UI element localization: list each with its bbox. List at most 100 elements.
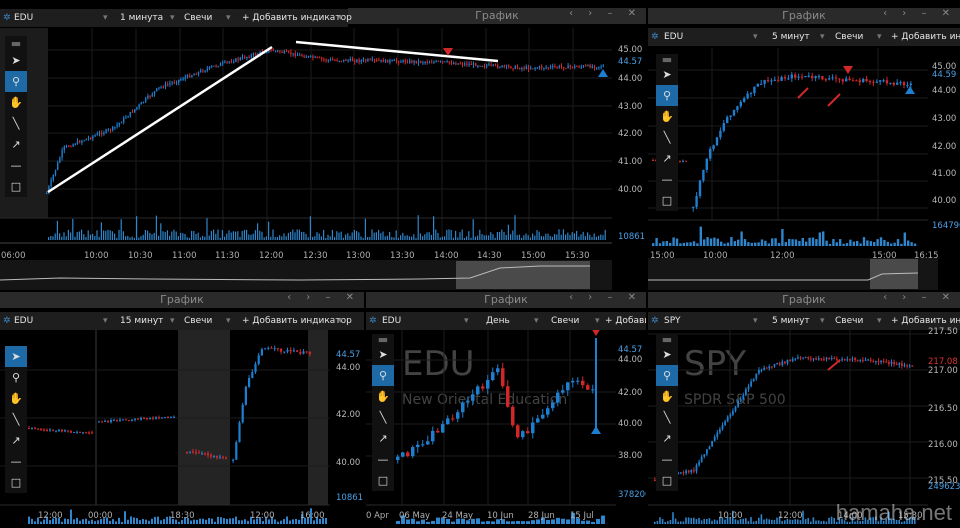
- rectangle-tool-icon[interactable]: □: [656, 470, 678, 491]
- add-indicator-button[interactable]: + Добавить индикатор: [242, 9, 352, 27]
- settings-gear-icon[interactable]: ✲: [651, 312, 659, 330]
- cursor-tool-icon[interactable]: ➤: [372, 344, 394, 365]
- chevron-down-icon[interactable]: ▾: [170, 312, 175, 330]
- hand-tool-icon[interactable]: ✋: [656, 386, 678, 407]
- candle-body: [292, 53, 294, 55]
- collapse-toolbar-icon[interactable]: ▬: [372, 333, 394, 346]
- price-chart[interactable]: [366, 330, 646, 528]
- volume-bar: [276, 236, 278, 240]
- horizontal-line-tool-icon[interactable]: —: [656, 449, 678, 470]
- chevron-down-icon[interactable]: ▾: [226, 312, 231, 330]
- candle-body: [134, 418, 136, 420]
- settings-gear-icon[interactable]: ✲: [369, 312, 377, 330]
- arrow-tool-icon[interactable]: ↗: [656, 148, 678, 169]
- settings-gear-icon[interactable]: ✲: [3, 9, 11, 27]
- volume-bar: [760, 239, 764, 246]
- zoom-tool-icon[interactable]: ⚲: [656, 85, 678, 106]
- chevron-down-icon[interactable]: ▾: [820, 312, 825, 330]
- chevron-down-icon[interactable]: ▾: [534, 312, 539, 330]
- line-tool-icon[interactable]: ╲: [656, 407, 678, 428]
- panel-window-buttons[interactable]: ‹ › – ✕: [883, 8, 956, 24]
- line-tool-icon[interactable]: ╲: [5, 113, 27, 134]
- add-indicator-button[interactable]: + Добавить индикатор: [242, 312, 352, 330]
- rectangle-tool-icon[interactable]: □: [372, 470, 394, 491]
- chevron-down-icon[interactable]: ▾: [753, 312, 758, 330]
- chart-type-selector[interactable]: Свечи: [551, 312, 579, 330]
- chevron-down-icon[interactable]: ▾: [877, 312, 882, 330]
- symbol-selector[interactable]: EDU: [14, 312, 33, 330]
- chevron-down-icon[interactable]: ▾: [103, 9, 108, 27]
- panel-window-buttons[interactable]: ‹ › – ✕: [883, 292, 956, 308]
- volume-bar: [529, 237, 531, 240]
- chevron-down-icon[interactable]: ▾: [338, 312, 343, 330]
- panel-window-buttons[interactable]: ‹ › – ✕: [569, 8, 642, 24]
- horizontal-line-tool-icon[interactable]: —: [5, 155, 27, 176]
- arrow-tool-icon[interactable]: ↗: [372, 428, 394, 449]
- line-tool-icon[interactable]: ╲: [5, 409, 27, 430]
- price-chart[interactable]: [648, 330, 960, 528]
- zoom-tool-icon[interactable]: ⚲: [372, 365, 394, 386]
- cursor-tool-icon[interactable]: ➤: [5, 346, 27, 367]
- volume-bar: [136, 518, 138, 524]
- hand-tool-icon[interactable]: ✋: [5, 92, 27, 113]
- add-indicator-button[interactable]: + Добавить: [605, 312, 646, 330]
- hand-tool-icon[interactable]: ✋: [656, 106, 678, 127]
- cursor-tool-icon[interactable]: ➤: [656, 64, 678, 85]
- chevron-down-icon[interactable]: ▾: [753, 28, 758, 46]
- hand-tool-icon[interactable]: ✋: [372, 386, 394, 407]
- collapse-toolbar-icon[interactable]: ▬: [656, 53, 678, 66]
- interval-selector[interactable]: 15 минут: [120, 312, 163, 330]
- zoom-tool-icon[interactable]: ⚲: [5, 71, 27, 92]
- panel-window-buttons[interactable]: ‹ › – ✕: [569, 292, 642, 308]
- volume-bar: [828, 517, 830, 524]
- symbol-selector[interactable]: SPY: [664, 312, 680, 330]
- cursor-tool-icon[interactable]: ➤: [656, 344, 678, 365]
- chevron-down-icon[interactable]: ▾: [338, 9, 343, 27]
- panel-title: График: [782, 9, 826, 22]
- chevron-down-icon[interactable]: ▾: [170, 9, 175, 27]
- cursor-tool-icon[interactable]: ➤: [5, 50, 27, 71]
- interval-selector[interactable]: День: [486, 312, 510, 330]
- chevron-down-icon[interactable]: ▾: [877, 28, 882, 46]
- interval-selector[interactable]: 1 минута: [120, 9, 163, 27]
- chart-type-selector[interactable]: Свечи: [835, 312, 863, 330]
- line-tool-icon[interactable]: ╲: [656, 127, 678, 148]
- line-tool-icon[interactable]: ╲: [372, 407, 394, 428]
- candlestick-plot[interactable]: [648, 330, 960, 528]
- horizontal-line-tool-icon[interactable]: —: [656, 169, 678, 190]
- chart-type-selector[interactable]: Свечи: [184, 9, 212, 27]
- arrow-tool-icon[interactable]: ↗: [5, 430, 27, 451]
- add-indicator-button[interactable]: + Добавить индик: [891, 28, 960, 46]
- interval-selector[interactable]: 5 минут: [772, 312, 810, 330]
- chevron-down-icon[interactable]: ▾: [595, 312, 600, 330]
- candlestick-plot[interactable]: [366, 330, 646, 528]
- settings-gear-icon[interactable]: ✲: [3, 312, 11, 330]
- symbol-selector[interactable]: EDU: [664, 28, 683, 46]
- interval-selector[interactable]: 5 минут: [772, 28, 810, 46]
- arrow-tool-icon[interactable]: ↗: [5, 134, 27, 155]
- rectangle-tool-icon[interactable]: □: [5, 176, 27, 197]
- zoom-tool-icon[interactable]: ⚲: [656, 365, 678, 386]
- rectangle-tool-icon[interactable]: □: [656, 190, 678, 211]
- zoom-tool-icon[interactable]: ⚲: [5, 367, 27, 388]
- collapse-toolbar-icon[interactable]: ▬: [656, 333, 678, 346]
- rectangle-tool-icon[interactable]: □: [5, 472, 27, 493]
- hand-tool-icon[interactable]: ✋: [5, 388, 27, 409]
- chart-type-selector[interactable]: Свечи: [184, 312, 212, 330]
- chevron-down-icon[interactable]: ▾: [820, 28, 825, 46]
- panel-window-buttons[interactable]: ‹ › – ✕: [287, 292, 360, 308]
- price-chart[interactable]: [0, 330, 364, 528]
- arrow-tool-icon[interactable]: ↗: [656, 428, 678, 449]
- candle-body: [411, 60, 413, 63]
- horizontal-line-tool-icon[interactable]: —: [5, 451, 27, 472]
- horizontal-line-tool-icon[interactable]: —: [372, 449, 394, 470]
- chevron-down-icon[interactable]: ▾: [464, 312, 469, 330]
- chart-type-selector[interactable]: Свечи: [835, 28, 863, 46]
- symbol-selector[interactable]: EDU: [14, 9, 33, 27]
- chevron-down-icon[interactable]: ▾: [103, 312, 108, 330]
- symbol-selector[interactable]: EDU: [382, 312, 401, 330]
- collapse-toolbar-icon[interactable]: ▬: [5, 36, 27, 50]
- candlestick-plot[interactable]: [0, 330, 364, 528]
- chevron-down-icon[interactable]: ▾: [226, 9, 231, 27]
- settings-gear-icon[interactable]: ✲: [651, 28, 659, 46]
